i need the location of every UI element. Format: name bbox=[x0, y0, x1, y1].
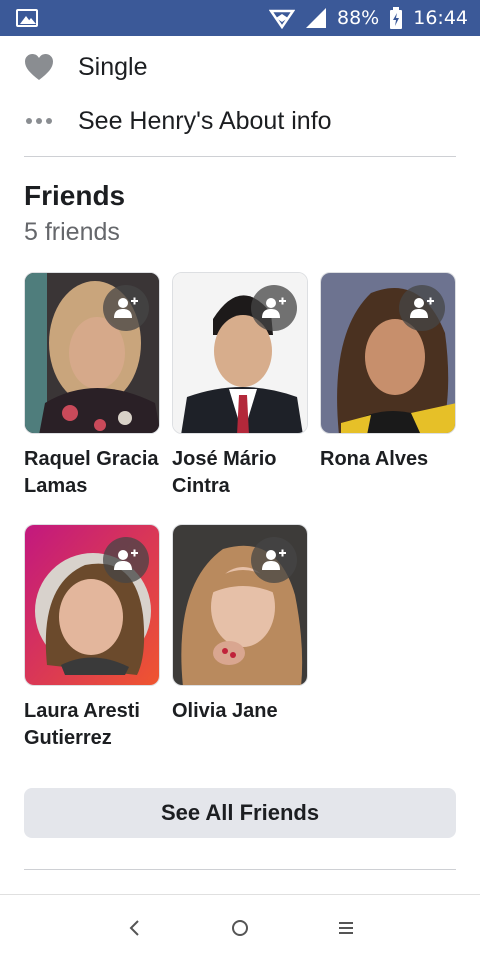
signal-icon bbox=[306, 8, 326, 28]
relationship-row[interactable]: Single bbox=[24, 47, 456, 87]
friend-name[interactable]: José Mário Cintra bbox=[172, 446, 308, 500]
friend-name[interactable]: Raquel Gracia Lamas bbox=[24, 446, 160, 500]
add-friend-button[interactable] bbox=[103, 285, 149, 331]
friend-photo[interactable] bbox=[172, 272, 308, 434]
section-divider bbox=[24, 869, 456, 870]
friends-count[interactable]: 5 friends bbox=[24, 218, 120, 247]
friends-title: Friends bbox=[24, 180, 126, 211]
add-friend-icon bbox=[410, 297, 434, 318]
friend-card[interactable]: Olivia Jane bbox=[172, 524, 308, 725]
friend-photo[interactable] bbox=[320, 272, 456, 434]
relationship-status: Single bbox=[78, 52, 148, 81]
nav-back-button[interactable] bbox=[81, 898, 187, 958]
back-icon bbox=[129, 919, 139, 936]
add-friend-icon bbox=[114, 549, 138, 570]
add-friend-icon bbox=[262, 297, 286, 318]
friend-card[interactable]: Raquel Gracia Lamas bbox=[24, 272, 160, 500]
add-friend-button[interactable] bbox=[251, 285, 297, 331]
friend-photo[interactable] bbox=[24, 272, 160, 434]
gallery-notification-icon bbox=[16, 9, 38, 27]
friend-photo[interactable] bbox=[172, 524, 308, 686]
add-friend-button[interactable] bbox=[399, 285, 445, 331]
friend-name[interactable]: Rona Alves bbox=[320, 446, 456, 473]
heart-icon bbox=[24, 52, 54, 82]
clock: 16:44 bbox=[413, 7, 468, 29]
nav-recents-button[interactable] bbox=[293, 898, 399, 958]
section-divider bbox=[24, 156, 456, 157]
add-friend-icon bbox=[262, 549, 286, 570]
friend-card[interactable]: Laura Aresti Gutierrez bbox=[24, 524, 160, 752]
friend-card[interactable]: Rona Alves bbox=[320, 272, 456, 473]
add-friend-button[interactable] bbox=[251, 537, 297, 583]
friend-photo[interactable] bbox=[24, 524, 160, 686]
add-friend-icon bbox=[114, 297, 138, 318]
data-saver-icon bbox=[269, 9, 295, 29]
add-friend-button[interactable] bbox=[103, 537, 149, 583]
friend-name[interactable]: Laura Aresti Gutierrez bbox=[24, 698, 160, 752]
battery-charging-icon bbox=[390, 7, 403, 29]
battery-percent: 88% bbox=[337, 7, 380, 29]
friend-name[interactable]: Olivia Jane bbox=[172, 698, 308, 725]
recents-icon bbox=[339, 921, 353, 934]
status-bar: 88% 16:44 bbox=[0, 0, 480, 36]
see-all-friends-button[interactable]: See All Friends bbox=[24, 788, 456, 838]
friend-card[interactable]: José Mário Cintra bbox=[172, 272, 308, 500]
home-icon bbox=[232, 919, 248, 936]
see-about-info-row[interactable]: See Henry's About info bbox=[24, 101, 456, 141]
see-about-info-link[interactable]: See Henry's About info bbox=[78, 107, 332, 136]
nav-home-button[interactable] bbox=[187, 898, 293, 958]
system-nav-bar bbox=[0, 894, 480, 960]
more-dots-icon bbox=[24, 106, 54, 136]
